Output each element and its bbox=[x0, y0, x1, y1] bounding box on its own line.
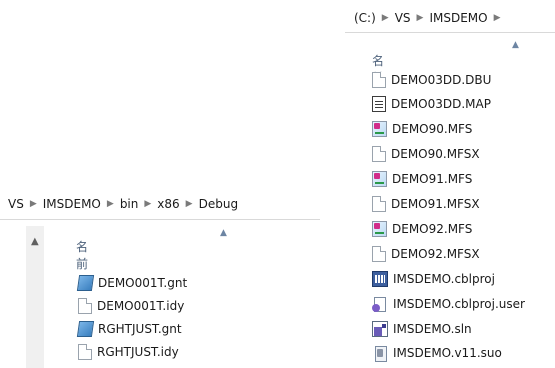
file-name: DEMO90.MFSX bbox=[391, 147, 480, 161]
file-row[interactable]: RGHTJUST.idy bbox=[78, 340, 179, 364]
file-name: DEMO03DD.DBU bbox=[391, 73, 492, 87]
blank-file-icon bbox=[78, 298, 92, 314]
scroll-up-icon[interactable]: ▲ bbox=[31, 236, 39, 247]
address-bar-divider bbox=[0, 219, 320, 220]
file-row[interactable]: DEMO91.MFSX bbox=[372, 192, 480, 216]
file-row[interactable]: IMSDEMO.v11.suo bbox=[372, 341, 502, 365]
chevron-right-icon[interactable]: ▶ bbox=[144, 199, 151, 209]
file-name: IMSDEMO.cblproj bbox=[393, 272, 495, 286]
blank-file-icon bbox=[372, 72, 386, 88]
file-name: DEMO92.MFSX bbox=[391, 247, 480, 261]
chevron-right-icon[interactable]: ▶ bbox=[494, 13, 501, 23]
breadcrumb-item-vs[interactable]: VS bbox=[395, 11, 411, 25]
breadcrumb-item-imsdemo[interactable]: IMSDEMO bbox=[429, 11, 487, 25]
file-row[interactable]: RGHTJUST.gnt bbox=[76, 317, 182, 341]
cobol-project-icon bbox=[372, 271, 388, 287]
blank-file-icon bbox=[372, 146, 386, 162]
column-header-name[interactable]: 名前 bbox=[76, 238, 88, 272]
file-row[interactable]: DEMO90.MFS bbox=[372, 117, 472, 141]
user-settings-file-icon bbox=[372, 296, 388, 312]
solution-file-icon bbox=[372, 321, 388, 337]
file-row[interactable]: DEMO001T.gnt bbox=[76, 271, 188, 295]
right-breadcrumb: (C:) ▶ VS ▶ IMSDEMO ▶ bbox=[354, 6, 507, 30]
mfs-file-icon bbox=[372, 121, 387, 137]
mfs-file-icon bbox=[372, 221, 387, 237]
file-row[interactable]: IMSDEMO.sln bbox=[372, 317, 472, 341]
file-row[interactable]: DEMO03DD.MAP bbox=[372, 92, 491, 116]
file-name: RGHTJUST.gnt bbox=[98, 322, 182, 336]
chevron-right-icon[interactable]: ▶ bbox=[382, 13, 389, 23]
file-row[interactable]: DEMO001T.idy bbox=[78, 294, 184, 318]
file-name: DEMO03DD.MAP bbox=[391, 97, 491, 111]
blank-file-icon bbox=[78, 344, 92, 360]
file-name: IMSDEMO.cblproj.user bbox=[393, 297, 525, 311]
blank-file-icon bbox=[372, 196, 386, 212]
vertical-scrollbar[interactable] bbox=[26, 226, 44, 368]
gnt-file-icon bbox=[76, 321, 95, 337]
file-name: DEMO001T.gnt bbox=[98, 276, 188, 290]
file-name: IMSDEMO.sln bbox=[393, 322, 472, 336]
file-row[interactable]: DEMO92.MFSX bbox=[372, 242, 480, 266]
chevron-right-icon[interactable]: ▶ bbox=[30, 199, 37, 209]
file-row[interactable]: IMSDEMO.cblproj.user bbox=[372, 292, 525, 316]
suo-file-icon bbox=[372, 345, 388, 362]
sort-ascending-icon: ▲ bbox=[512, 40, 519, 50]
file-row[interactable]: DEMO92.MFS bbox=[372, 217, 472, 241]
breadcrumb-item-vs[interactable]: VS bbox=[8, 197, 24, 211]
chevron-right-icon[interactable]: ▶ bbox=[186, 199, 193, 209]
file-row[interactable]: DEMO90.MFSX bbox=[372, 142, 480, 166]
file-name: RGHTJUST.idy bbox=[97, 345, 179, 359]
sort-ascending-icon: ▲ bbox=[220, 228, 227, 238]
chevron-right-icon[interactable]: ▶ bbox=[107, 199, 114, 209]
address-bar-divider bbox=[345, 32, 555, 33]
breadcrumb-item-x86[interactable]: x86 bbox=[157, 197, 179, 211]
file-name: DEMO90.MFS bbox=[392, 122, 473, 136]
mfs-file-icon bbox=[372, 171, 387, 187]
gnt-file-icon bbox=[76, 275, 95, 291]
file-row[interactable]: DEMO03DD.DBU bbox=[372, 68, 491, 92]
chevron-right-icon[interactable]: ▶ bbox=[417, 13, 424, 23]
blank-file-icon bbox=[372, 246, 386, 262]
file-name: DEMO91.MFSX bbox=[391, 197, 480, 211]
breadcrumb-item-bin[interactable]: bin bbox=[120, 197, 139, 211]
file-name: IMSDEMO.v11.suo bbox=[393, 346, 502, 360]
text-file-icon bbox=[372, 96, 386, 112]
left-breadcrumb: VS ▶ IMSDEMO ▶ bin ▶ x86 ▶ Debug bbox=[8, 192, 238, 216]
breadcrumb-item-drive-c[interactable]: (C:) bbox=[354, 11, 376, 25]
file-name: DEMO92.MFS bbox=[392, 222, 473, 236]
file-row[interactable]: DEMO91.MFS bbox=[372, 167, 472, 191]
breadcrumb-item-imsdemo[interactable]: IMSDEMO bbox=[43, 197, 101, 211]
file-name: DEMO91.MFS bbox=[392, 172, 473, 186]
file-row[interactable]: IMSDEMO.cblproj bbox=[372, 267, 495, 291]
breadcrumb-item-debug[interactable]: Debug bbox=[199, 197, 238, 211]
file-name: DEMO001T.idy bbox=[97, 299, 185, 313]
